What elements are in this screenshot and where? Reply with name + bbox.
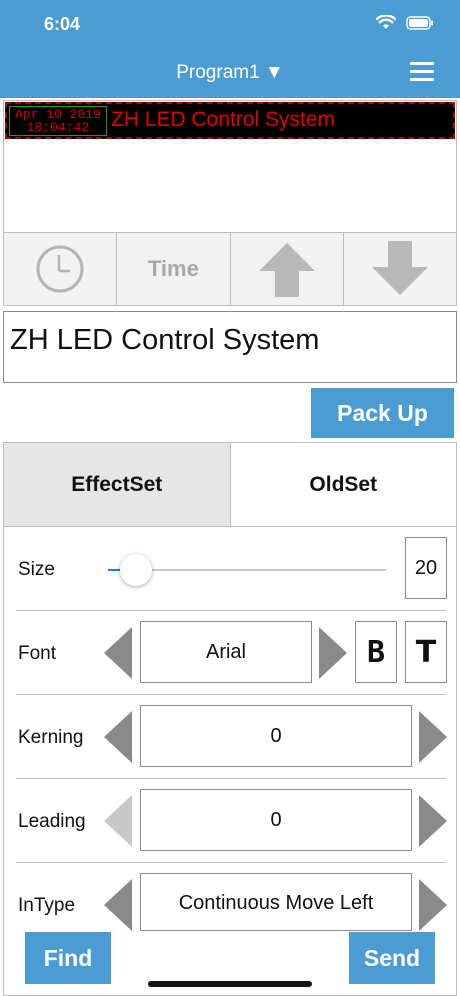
led-time: 18:04:42 — [26, 120, 90, 135]
kerning-increase-icon[interactable] — [419, 711, 447, 763]
size-slider-thumb[interactable] — [119, 554, 152, 586]
arrow-down-icon — [371, 241, 428, 295]
arrow-up-icon — [258, 243, 315, 297]
font-row: Font Arial B T — [16, 611, 447, 695]
intype-row: InType Continuous Move Left — [16, 863, 447, 933]
leading-decrease-icon[interactable] — [104, 795, 132, 847]
status-time: 6:04 — [44, 14, 81, 34]
kerning-value[interactable]: 0 — [140, 705, 412, 767]
settings-panel: EffectSet OldSet Size 20 Font Arial B T … — [3, 442, 457, 996]
status-icons — [376, 15, 434, 30]
led-text-input[interactable]: ZH LED Control System — [3, 311, 457, 383]
hamburger-menu-icon[interactable] — [410, 62, 434, 84]
led-display-bar: Apr 10 2019 18:04:42 ZH LED Control Syst… — [5, 102, 455, 139]
intype-label: InType — [18, 895, 76, 916]
intype-prev-icon[interactable] — [104, 879, 132, 931]
size-label: Size — [18, 559, 55, 580]
intype-next-icon[interactable] — [419, 879, 447, 931]
font-next-icon[interactable] — [319, 627, 347, 679]
program-selector[interactable]: Program1 ▼ — [0, 62, 460, 84]
battery-icon — [406, 15, 433, 30]
intype-value[interactable]: Continuous Move Left — [140, 873, 412, 931]
settings-tabs: EffectSet OldSet — [4, 443, 456, 527]
insert-toolbar: Time — [3, 232, 457, 306]
tab-effectset[interactable]: EffectSet — [4, 443, 231, 526]
t-toggle-button[interactable]: T — [405, 621, 447, 683]
font-label: Font — [18, 643, 57, 664]
wifi-icon — [376, 15, 396, 29]
led-date-block: Apr 10 2019 18:04:42 — [9, 106, 107, 136]
move-up-button[interactable] — [231, 233, 344, 305]
move-down-button[interactable] — [344, 233, 456, 305]
send-button[interactable]: Send — [349, 932, 435, 984]
clock-icon — [36, 245, 84, 293]
home-indicator — [148, 981, 312, 987]
kerning-decrease-icon[interactable] — [104, 711, 132, 763]
font-value[interactable]: Arial — [140, 621, 312, 683]
tab-oldset[interactable]: OldSet — [231, 443, 457, 526]
size-value[interactable]: 20 — [405, 537, 447, 599]
leading-increase-icon[interactable] — [419, 795, 447, 847]
program-title[interactable]: Program1 ▼ — [176, 62, 284, 83]
leading-value[interactable]: 0 — [140, 789, 412, 851]
leading-label: Leading — [18, 811, 86, 832]
kerning-label: Kerning — [18, 727, 84, 748]
find-button[interactable]: Find — [25, 932, 111, 984]
time-label: Time — [147, 256, 199, 281]
insert-time-button[interactable]: Time — [117, 233, 231, 305]
insert-clock-button[interactable] — [4, 233, 118, 305]
size-row: Size 20 — [16, 527, 447, 611]
app-header: 6:04 Program1 ▼ — [0, 0, 460, 98]
kerning-row: Kerning 0 — [16, 695, 447, 779]
leading-row: Leading 0 — [16, 779, 447, 863]
led-preview: Apr 10 2019 18:04:42 ZH LED Control Syst… — [3, 100, 457, 234]
font-prev-icon[interactable] — [104, 627, 132, 679]
bold-toggle-button[interactable]: B — [355, 621, 397, 683]
bold-label: B — [366, 634, 386, 670]
led-scroll-text: ZH LED Control System — [111, 108, 336, 131]
pack-up-button[interactable]: Pack Up — [311, 388, 454, 438]
t-label: T — [415, 634, 437, 670]
